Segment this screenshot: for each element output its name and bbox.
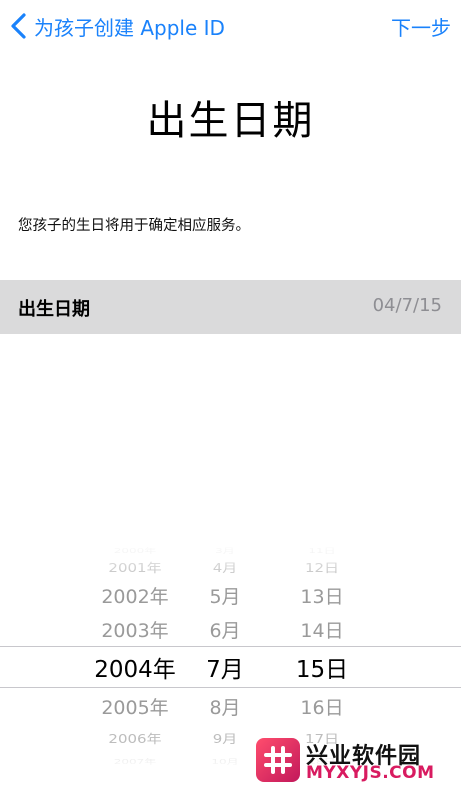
picker-item[interactable]: 8月 <box>196 693 254 720</box>
picker-item[interactable]: 2000年 <box>70 546 200 555</box>
picker-item[interactable]: 14日 <box>286 616 358 643</box>
month-wheel[interactable]: 3月 4月 5月 6月 7月 8月 9月 10月 <box>196 540 254 774</box>
watermark-logo-icon <box>256 738 300 782</box>
picker-item[interactable]: 9月 <box>196 730 254 747</box>
picker-item-selected[interactable]: 2004年 <box>70 650 200 684</box>
next-button[interactable]: 下一步 <box>391 10 451 42</box>
year-wheel[interactable]: 2000年 2001年 2002年 2003年 2004年 2005年 2006… <box>70 540 200 774</box>
picker-item[interactable]: 2006年 <box>70 730 200 747</box>
page-title: 出生日期 <box>146 98 315 144</box>
picker-item[interactable]: 2005年 <box>70 693 200 720</box>
picker-item[interactable]: 2002年 <box>70 582 200 609</box>
birthdate-row[interactable]: 出生日期 04/7/15 <box>0 280 461 334</box>
watermark: 兴业软件园 MYXYJS.COM <box>256 738 456 786</box>
picker-item[interactable]: 2007年 <box>70 757 200 766</box>
birthdate-label: 出生日期 <box>18 299 90 320</box>
picker-item[interactable]: 5月 <box>196 582 254 609</box>
picker-item[interactable]: 13日 <box>286 582 358 609</box>
picker-item-selected[interactable]: 7月 <box>196 650 254 684</box>
picker-item[interactable]: 12日 <box>286 559 358 576</box>
picker-item[interactable]: 16日 <box>286 693 358 720</box>
picker-item[interactable]: 2001年 <box>70 559 200 576</box>
chevron-left-icon <box>11 13 26 39</box>
watermark-url: MYXYJS.COM <box>306 763 435 783</box>
picker-item[interactable]: 6月 <box>196 616 254 643</box>
picker-item[interactable]: 11日 <box>286 546 358 555</box>
picker-item-selected[interactable]: 15日 <box>286 650 358 684</box>
picker-item[interactable]: 4月 <box>196 559 254 576</box>
picker-item[interactable]: 10月 <box>196 757 254 766</box>
picker-item[interactable]: 2003年 <box>70 616 200 643</box>
back-button[interactable]: 为孩子创建 Apple ID <box>8 10 225 42</box>
navigation-bar: 为孩子创建 Apple ID 下一步 <box>0 0 461 52</box>
birthdate-value: 04/7/15 <box>372 295 442 316</box>
description-text: 您孩子的生日将用于确定相应服务。 <box>18 218 250 234</box>
picker-item[interactable]: 3月 <box>196 546 254 555</box>
back-button-label: 为孩子创建 Apple ID <box>34 15 225 40</box>
